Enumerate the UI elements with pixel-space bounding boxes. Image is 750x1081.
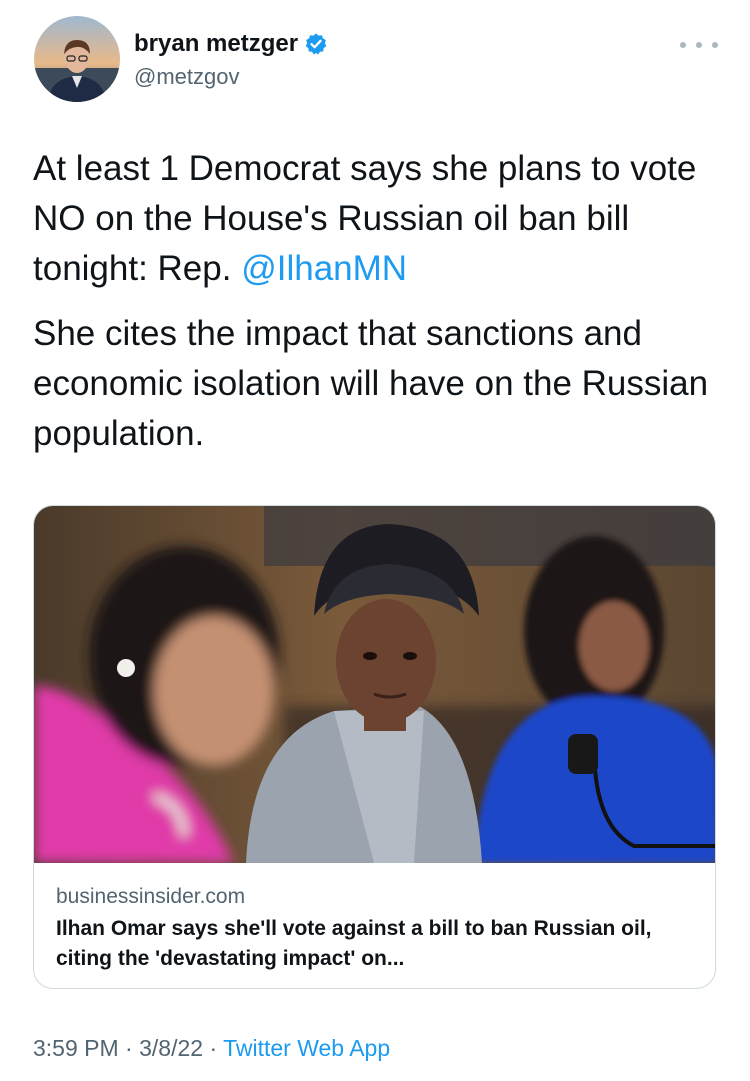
tweet-paragraph-1: At least 1 Democrat says she plans to vo… xyxy=(33,144,723,294)
author-handle[interactable]: @metzgov xyxy=(134,64,239,90)
tweet-time[interactable]: 3:59 PM xyxy=(33,1035,119,1061)
article-photo-image[interactable] xyxy=(34,506,716,863)
tweet-paragraph-2: She cites the impact that sanctions and … xyxy=(33,314,709,453)
link-headline: Ilhan Omar says she'll vote against a bi… xyxy=(56,917,652,970)
dot xyxy=(696,42,702,48)
display-name[interactable]: bryan metzger xyxy=(134,30,298,58)
dot xyxy=(712,42,718,48)
tweet-meta: 3:59 PM · 3/8/22 · Twitter Web App xyxy=(33,1035,390,1062)
verified-badge-icon xyxy=(305,33,327,55)
mention-link[interactable]: @IlhanMN xyxy=(241,249,407,288)
link-card[interactable]: businessinsider.com Ilhan Omar says she'… xyxy=(33,505,716,989)
avatar[interactable] xyxy=(34,16,120,102)
meta-separator: · xyxy=(118,1035,140,1061)
profile-photo-icon xyxy=(34,16,120,102)
dot xyxy=(680,42,686,48)
link-domain: businessinsider.com xyxy=(56,885,246,908)
more-dots-icon[interactable] xyxy=(680,38,718,52)
tweet-date[interactable]: 3/8/22 xyxy=(139,1035,203,1061)
author-name-row[interactable]: bryan metzger xyxy=(134,30,328,58)
meta-separator: · xyxy=(203,1035,224,1061)
tweet-text: At least 1 Democrat says she plans to vo… xyxy=(33,144,723,459)
tweet-source-link[interactable]: Twitter Web App xyxy=(223,1035,390,1061)
link-card-body[interactable]: businessinsider.com Ilhan Omar says she'… xyxy=(56,882,695,974)
